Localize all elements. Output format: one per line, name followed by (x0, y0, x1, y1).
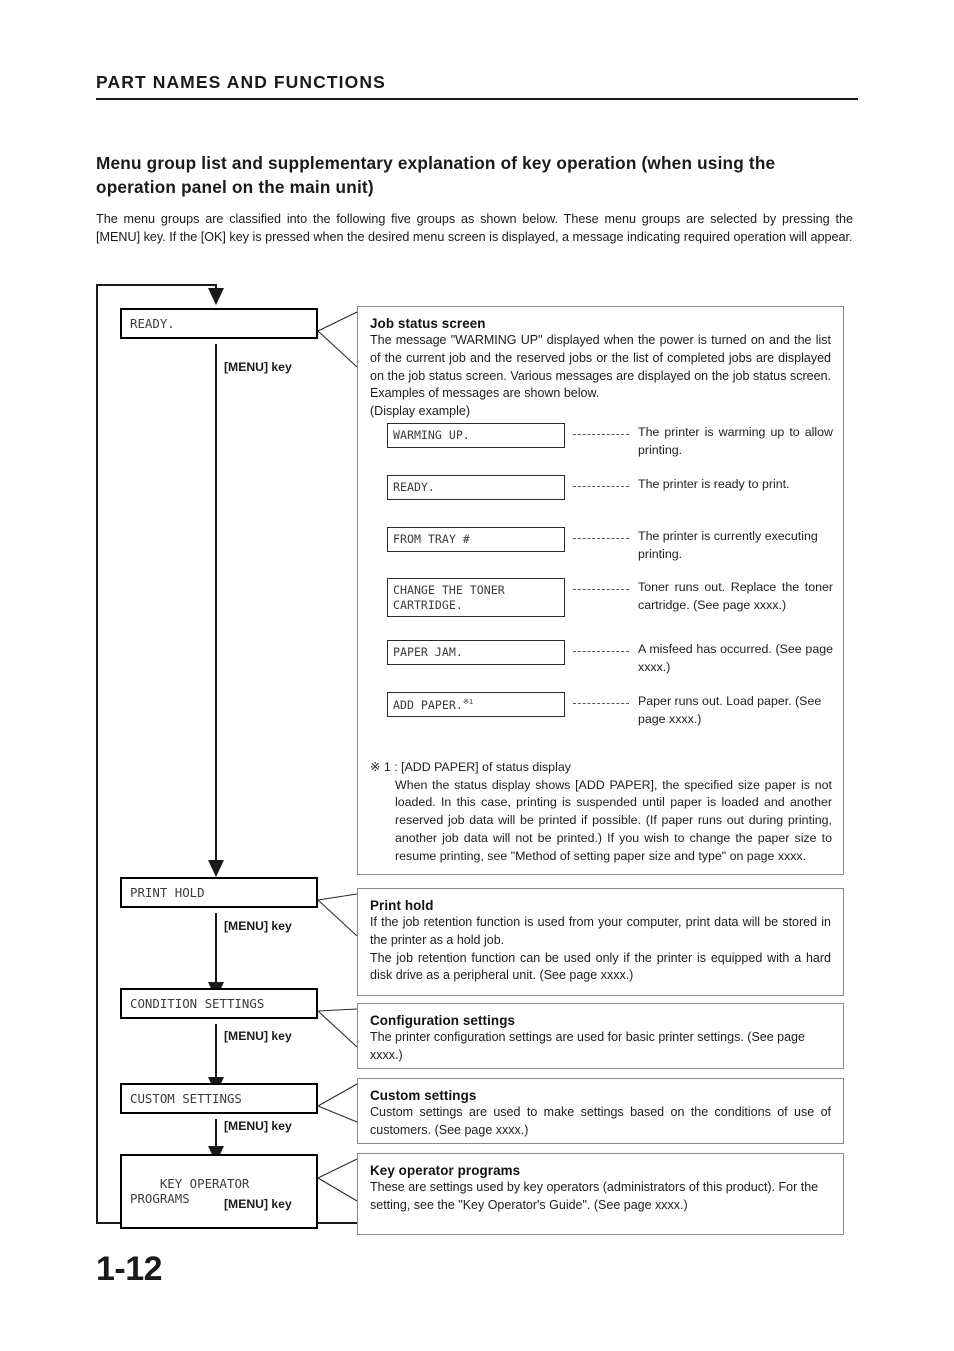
message-box-add-paper: ADD PAPER.※1 (387, 692, 565, 718)
panel-custom-settings-body: Custom settings are used to make setting… (370, 1105, 831, 1137)
message-box-change-toner: CHANGE THE TONER CARTRIDGE. (387, 578, 565, 618)
message-desc-from-tray: The printer is currently executing print… (638, 529, 818, 561)
message-text-paper-jam: PAPER JAM. (393, 645, 463, 659)
footnote-marker-add-paper: ※1 (462, 697, 473, 706)
connector-ready-to-job-status (317, 311, 358, 368)
message-box-ready: READY. (387, 475, 565, 500)
connector-print-hold (317, 893, 358, 937)
message-text-change-toner: CHANGE THE TONER CARTRIDGE. (393, 583, 505, 612)
message-dash-from-tray (573, 538, 629, 539)
message-box-from-tray: FROM TRAY # (387, 527, 565, 552)
panel-job-status-screen: Job status screen The message "WARMING U… (357, 306, 844, 875)
message-dash-paper-jam (573, 651, 629, 652)
panel-key-operator-programs: Key operator programs These are settings… (357, 1153, 844, 1235)
footnote-heading: ※ 1 : [ADD PAPER] of status display (370, 760, 571, 774)
message-text-from-tray: FROM TRAY # (393, 532, 470, 546)
message-box-warming-up: WARMING UP. (387, 423, 565, 448)
panel-print-hold-body: If the job retention function is used fr… (370, 915, 831, 983)
message-desc-warming-up: The printer is warming up to allow print… (638, 425, 833, 457)
connector-custom-settings (317, 1083, 358, 1123)
message-dash-add-paper (573, 703, 629, 704)
message-text-warming-up: WARMING UP. (393, 428, 470, 442)
message-desc-change-toner: Toner runs out. Replace the toner cartri… (638, 580, 833, 612)
footnote-body: When the status display shows [ADD PAPER… (395, 777, 832, 863)
message-desc-paper-jam: A misfeed has occurred. (See page xxxx.) (638, 642, 833, 674)
message-box-paper-jam: PAPER JAM. (387, 640, 565, 665)
message-desc-ready: The printer is ready to print. (638, 477, 790, 491)
panel-key-operator-programs-title: Key operator programs (370, 1163, 521, 1178)
message-desc-add-paper: Paper runs out. Load paper. (See page xx… (638, 694, 822, 726)
panel-print-hold: Print hold If the job retention function… (357, 888, 844, 996)
message-dash-ready (573, 486, 629, 487)
panel-job-status-title: Job status screen (370, 316, 486, 331)
panel-custom-settings-title: Custom settings (370, 1088, 477, 1103)
message-text-add-paper: ADD PAPER. (393, 697, 463, 712)
panel-configuration-settings: Configuration settings The printer confi… (357, 1003, 844, 1069)
connector-key-operator-programs (317, 1158, 358, 1202)
message-text-ready: READY. (393, 480, 435, 494)
panel-configuration-settings-body: The printer configuration settings are u… (370, 1030, 805, 1062)
message-dash-change-toner (573, 589, 629, 590)
panel-print-hold-title: Print hold (370, 898, 434, 913)
panel-job-status-body: The message "WARMING UP" displayed when … (370, 333, 831, 401)
panel-custom-settings: Custom settings Custom settings are used… (357, 1078, 844, 1144)
panel-configuration-settings-title: Configuration settings (370, 1013, 516, 1028)
message-dash-warming-up (573, 434, 629, 435)
footnote-add-paper: ※ 1 : [ADD PAPER] of status display When… (370, 759, 832, 865)
panel-key-operator-programs-body: These are settings used by key operators… (370, 1180, 819, 1212)
page-number: 1-12 (96, 1250, 163, 1288)
display-example-label: (Display example) (370, 404, 471, 418)
connector-condition-settings (317, 1008, 358, 1048)
